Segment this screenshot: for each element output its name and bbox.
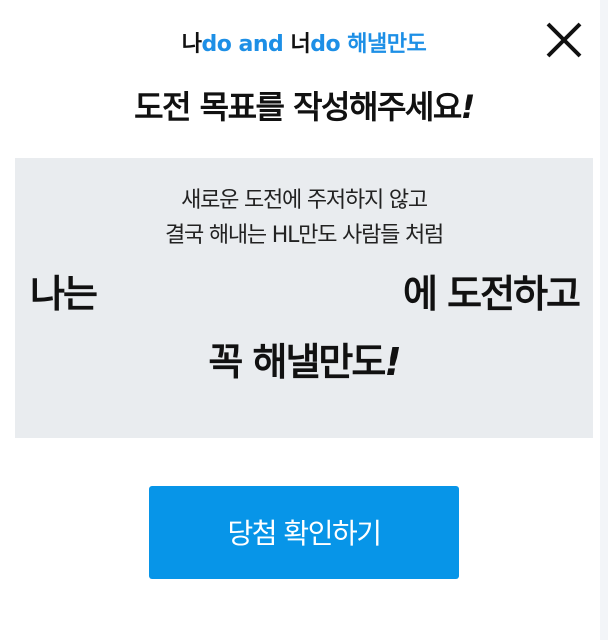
goal-suffix: 에 도전하고 (402, 272, 581, 316)
page-title-exclamation: ! (460, 88, 476, 126)
panel-subtitle-line2: 결국 해내는 HL만도 사람들 처럼 (164, 223, 444, 248)
brand-logo-na: 나 (181, 32, 202, 57)
close-icon (546, 22, 582, 58)
goal-panel: 새로운 도전에 주저하지 않고 결국 해내는 HL만도 사람들 처럼 나는 에 … (15, 158, 593, 438)
challenge-goal-modal: 나do and 너do 해낼만도 도전 목표를 작성해주세요! 새로운 도전에 … (0, 0, 608, 640)
goal-prefix: 나는 (30, 272, 98, 316)
brand-logo-do-haenaelmando: do 해낼만도 (310, 32, 427, 57)
close-button[interactable] (542, 18, 586, 62)
brand-logo-do-and: do and (201, 32, 291, 57)
goal-ending: 꼭 해낼만도! (15, 338, 593, 386)
brand-logo: 나do and 너do 해낼만도 (0, 30, 608, 60)
goal-input[interactable] (115, 270, 395, 318)
confirm-win-button[interactable]: 당첨 확인하기 (149, 486, 459, 579)
goal-ending-text: 꼭 해낼만도 (208, 340, 386, 384)
goal-ending-exclamation: ! (384, 340, 401, 384)
brand-logo-neo: 너 (290, 32, 311, 57)
panel-subtitle-line1: 새로운 도전에 주저하지 않고 (181, 188, 428, 213)
page-title: 도전 목표를 작성해주세요! (0, 86, 608, 128)
page-title-text: 도전 목표를 작성해주세요 (134, 88, 462, 126)
